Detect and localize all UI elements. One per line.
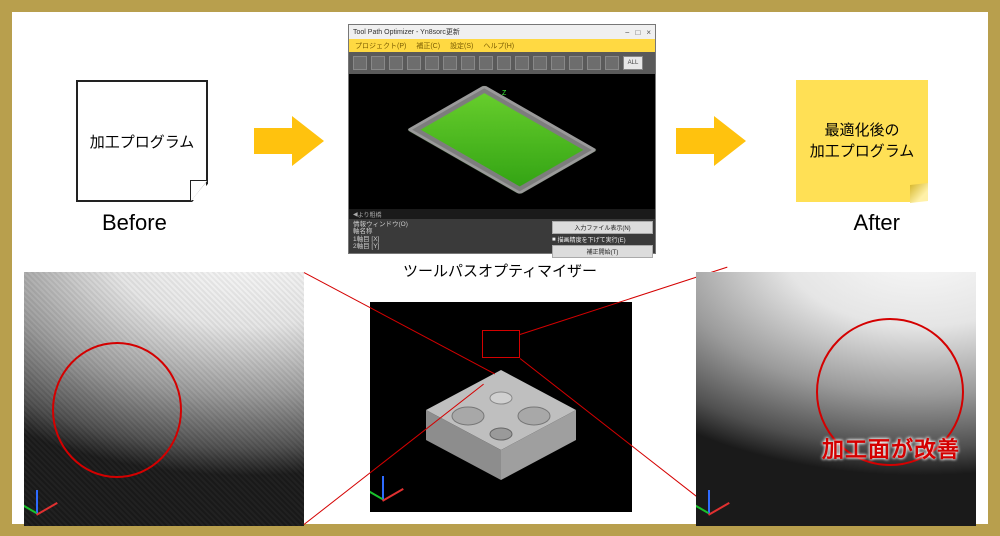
window-min-icon[interactable]: −: [625, 28, 630, 37]
arrow-right-icon: [676, 116, 746, 166]
tool-icon[interactable]: [353, 56, 367, 70]
info-line: 2軸目 [Y]: [353, 243, 546, 250]
tool-icon[interactable]: [587, 56, 601, 70]
tool-icon[interactable]: [605, 56, 619, 70]
app-title: Tool Path Optimizer - Yn8sorc更新: [353, 27, 460, 37]
tool-all-button[interactable]: ALL: [623, 56, 643, 70]
toolbar: ALL: [349, 52, 655, 74]
tool-icon[interactable]: [497, 56, 511, 70]
overview-model: [406, 340, 596, 490]
tool-icon[interactable]: [533, 56, 547, 70]
improvement-label: 加工面が改善: [822, 432, 960, 464]
menu-correct[interactable]: 補正(C): [416, 41, 440, 51]
info-line: 軸名称: [353, 228, 546, 235]
tool-icon[interactable]: [515, 56, 529, 70]
before-note: 加工プログラム: [76, 80, 208, 202]
tool-icon[interactable]: [371, 56, 385, 70]
tool-icon[interactable]: [551, 56, 565, 70]
before-caption: Before: [102, 210, 167, 236]
after-caption: After: [854, 210, 900, 236]
before-note-text: 加工プログラム: [90, 131, 195, 152]
axis-gizmo-icon: [702, 476, 746, 520]
info-line: 1軸目 [X]: [353, 236, 546, 243]
defect-highlight-circle: [52, 342, 182, 478]
before-note-fold: [190, 180, 208, 202]
menu-settings[interactable]: 設定(S): [450, 41, 473, 51]
tool-icon[interactable]: [461, 56, 475, 70]
window-max-icon[interactable]: □: [635, 28, 640, 37]
titlebar: Tool Path Optimizer - Yn8sorc更新 − □ ×: [349, 25, 655, 39]
viewport-3d[interactable]: Z: [349, 74, 655, 209]
tool-icon[interactable]: [569, 56, 583, 70]
slider-label: より粗橋: [358, 210, 382, 219]
menu-help[interactable]: ヘルプ(H): [483, 41, 514, 51]
tool-icon[interactable]: [407, 56, 421, 70]
axis-gizmo-icon: [376, 462, 420, 506]
menu-project[interactable]: プロジェクト(P): [355, 41, 406, 51]
after-render-panel: [696, 272, 976, 526]
arrow-right-icon: [254, 116, 324, 166]
app-window: Tool Path Optimizer - Yn8sorc更新 − □ × プロ…: [348, 24, 656, 254]
tool-icon[interactable]: [425, 56, 439, 70]
precision-slider-row[interactable]: ◀ より粗橋: [349, 209, 655, 219]
rendered-model: [407, 85, 598, 195]
menubar: プロジェクト(P) 補正(C) 設定(S) ヘルプ(H): [349, 39, 655, 52]
tool-icon[interactable]: [389, 56, 403, 70]
show-input-file-button[interactable]: 入力ファイル表示(N): [552, 221, 653, 234]
before-render-panel: [24, 272, 304, 526]
info-window-title: 情報ウィンドウ(O): [353, 221, 546, 228]
axis-gizmo-icon: [30, 476, 74, 520]
window-close-icon[interactable]: ×: [646, 28, 651, 37]
tool-icon[interactable]: [479, 56, 493, 70]
after-note-fold: [910, 183, 928, 203]
after-note-text: 最適化後の 加工プログラム: [810, 120, 915, 162]
status-footer: 情報ウィンドウ(O) 軸名称 1軸目 [X] 2軸目 [Y] 入力ファイル表示(…: [349, 219, 655, 253]
tool-icon[interactable]: [443, 56, 457, 70]
after-note: 最適化後の 加工プログラム: [796, 80, 928, 202]
diagram-stage: 加工プログラム Before Tool Path Optimizer - Yn8…: [12, 12, 988, 524]
start-correction-button[interactable]: 補正開始(T): [552, 245, 653, 258]
axis-overlay-icon: Z: [502, 90, 506, 97]
low-precision-checkbox[interactable]: 描画精度を下げて実行(E): [552, 235, 653, 244]
roi-box: [482, 330, 520, 358]
